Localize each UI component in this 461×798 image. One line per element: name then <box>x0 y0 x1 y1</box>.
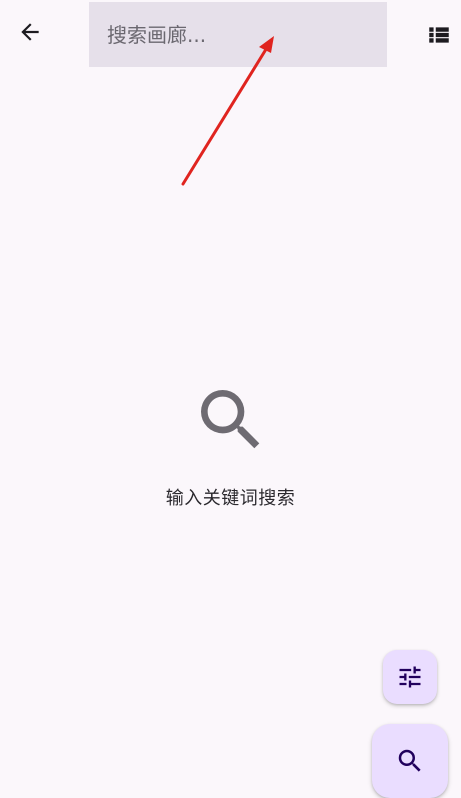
back-button[interactable] <box>12 14 48 50</box>
list-view-icon <box>429 27 449 43</box>
search-field[interactable] <box>89 2 387 67</box>
top-app-bar <box>0 0 461 68</box>
search-input[interactable] <box>105 21 387 48</box>
search-icon <box>398 749 421 772</box>
search-fab[interactable] <box>372 724 448 798</box>
empty-state-message: 输入关键词搜索 <box>165 488 296 509</box>
empty-state: 输入关键词搜索 <box>0 380 461 510</box>
search-screen: 输入关键词搜索 <box>0 0 461 798</box>
search-icon <box>191 380 271 460</box>
tune-icon <box>399 666 421 688</box>
view-toggle-button[interactable] <box>421 17 457 53</box>
filter-button[interactable] <box>383 650 437 704</box>
arrow-left-icon <box>21 23 39 41</box>
